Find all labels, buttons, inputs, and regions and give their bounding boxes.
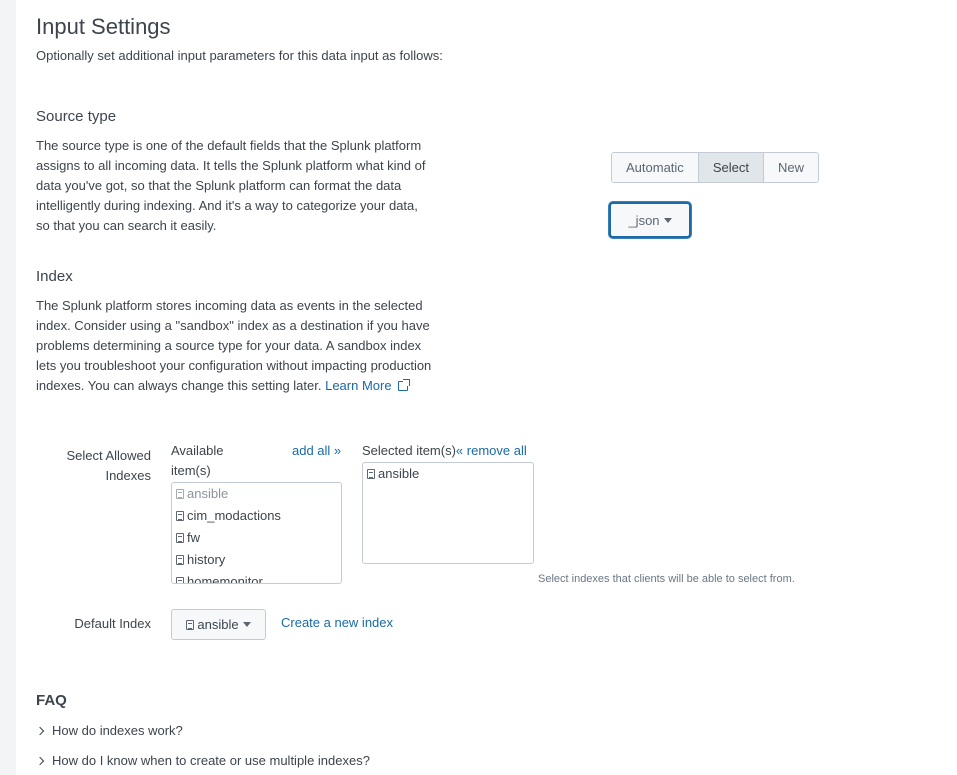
faq-question: How do indexes work? bbox=[52, 723, 183, 738]
mode-automatic-button[interactable]: Automatic bbox=[612, 153, 699, 182]
source-type-title: Source type bbox=[36, 108, 117, 125]
input-settings-page: Input Settings Optionally set additional… bbox=[16, 0, 957, 775]
default-index-dropdown[interactable]: ansible bbox=[171, 609, 266, 640]
item-label: fw bbox=[187, 530, 200, 545]
create-new-index-link[interactable]: Create a new index bbox=[281, 615, 393, 630]
chevron-right-icon bbox=[35, 726, 45, 735]
selected-items-header: Selected item(s) bbox=[362, 443, 456, 458]
faq-question: How do I know when to create or use mult… bbox=[52, 753, 370, 768]
item-label: history bbox=[187, 552, 226, 567]
available-item-cim-modactions[interactable]: cim_modactions bbox=[172, 505, 341, 527]
item-label: ansible bbox=[187, 486, 229, 501]
selected-item-ansible[interactable]: ansible bbox=[363, 463, 533, 485]
available-items-header: Available item(s) bbox=[171, 443, 224, 478]
caret-down-icon bbox=[242, 622, 251, 627]
external-link-icon bbox=[397, 379, 410, 391]
available-item-ansible[interactable]: ansible bbox=[172, 483, 341, 505]
faq-item-how-indexes-work[interactable]: How do indexes work? bbox=[35, 723, 183, 738]
item-label: homemonitor bbox=[187, 574, 263, 584]
remove-all-link[interactable]: « remove all bbox=[456, 443, 527, 458]
caret-down-icon bbox=[663, 217, 672, 223]
index-icon bbox=[176, 533, 184, 543]
default-index-value: ansible bbox=[197, 617, 239, 632]
available-item-fw[interactable]: fw bbox=[172, 527, 341, 549]
item-label: ansible bbox=[378, 466, 420, 481]
index-title: Index bbox=[36, 268, 73, 285]
available-items-list[interactable]: ansible cim_modactions fw history homemo… bbox=[171, 482, 342, 584]
left-sidebar-strip bbox=[0, 0, 16, 775]
index-icon bbox=[367, 469, 375, 479]
faq-title: FAQ bbox=[36, 692, 67, 709]
index-icon bbox=[186, 619, 195, 630]
index-icon bbox=[176, 489, 184, 499]
page-subtitle: Optionally set additional input paramete… bbox=[36, 48, 443, 63]
source-type-description: The source type is one of the default fi… bbox=[36, 138, 426, 233]
selected-items-list[interactable]: ansible bbox=[362, 462, 534, 564]
selected-items-header-row: Selected item(s)« remove all bbox=[362, 441, 527, 461]
mode-select-button[interactable]: Select bbox=[698, 153, 764, 182]
index-icon bbox=[176, 577, 184, 583]
allowed-indexes-label: Select Allowed Indexes bbox=[66, 448, 151, 483]
source-type-value: _json bbox=[628, 212, 660, 228]
allowed-indexes-hint: Select indexes that clients will be able… bbox=[538, 573, 795, 585]
mode-new-button[interactable]: New bbox=[763, 153, 818, 182]
learn-more-label: Learn More bbox=[325, 378, 392, 393]
index-icon bbox=[176, 511, 184, 521]
page-title: Input Settings bbox=[36, 14, 171, 39]
index-description: The Splunk platform stores incoming data… bbox=[36, 296, 436, 396]
chevron-right-icon bbox=[35, 756, 45, 765]
available-item-homemonitor[interactable]: homemonitor bbox=[172, 571, 341, 584]
learn-more-link[interactable]: Learn More bbox=[325, 378, 410, 393]
default-index-label: Default Index bbox=[74, 616, 151, 631]
item-label: cim_modactions bbox=[187, 508, 281, 523]
add-all-link[interactable]: add all » bbox=[292, 441, 341, 461]
index-icon bbox=[176, 555, 184, 565]
source-type-dropdown[interactable]: _json bbox=[609, 202, 691, 238]
available-item-history[interactable]: history bbox=[172, 549, 341, 571]
faq-item-multiple-indexes[interactable]: How do I know when to create or use mult… bbox=[35, 753, 370, 768]
source-type-mode-toggle: Automatic Select New bbox=[611, 152, 819, 183]
